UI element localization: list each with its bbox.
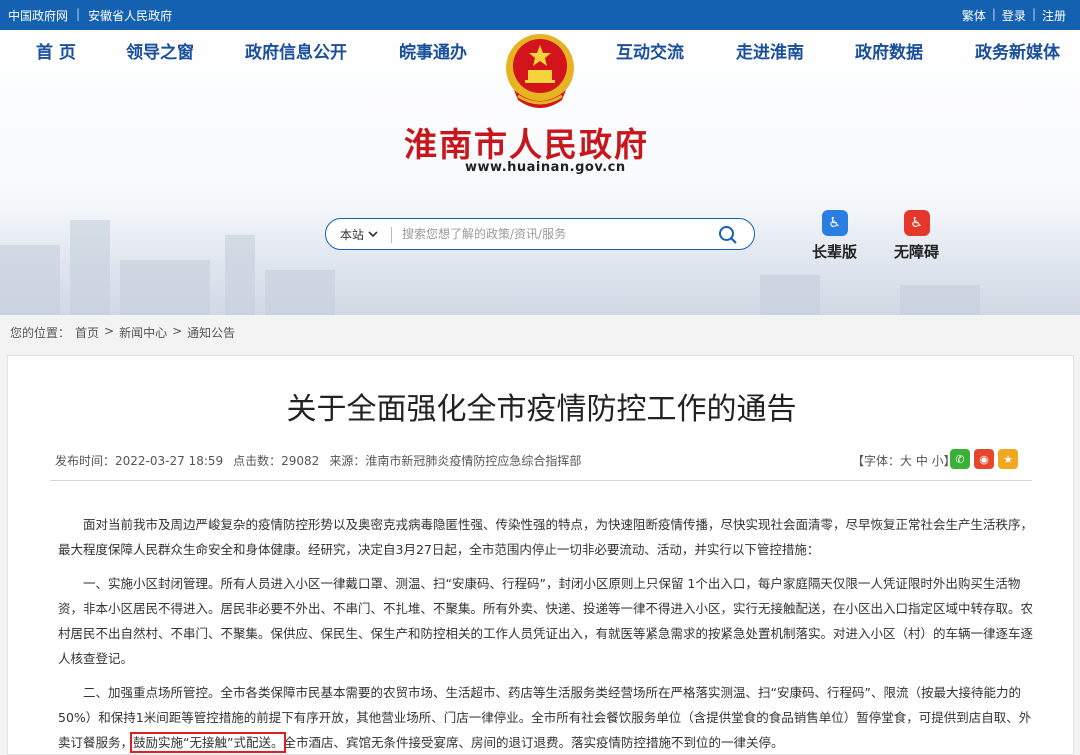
highlighted-text: 鼓励实施“无接触”式配送。 [130,732,287,753]
accessibility-icon: ♿ [903,210,930,236]
search-bar: 本站 [325,218,755,250]
paragraph: 面对当前我市及周边严峻复杂的疫情防控形势以及奥密克戎病毒隐匿性强、传染性强的特点… [58,517,1034,557]
divider: | [991,7,996,21]
divider: | [76,7,81,21]
font-size-switch[interactable]: 【字体：大 中 小】 [852,452,956,469]
paragraph: 一、实施小区封闭管理。所有人员进入小区一律戴口罩、测温、扫“安康码、行程码”，封… [58,576,1034,666]
article-meta: 发布时间：2022-03-27 18:59 点击数：29082 来源：淮南市新冠… [55,452,581,469]
search-scope-select[interactable]: 本站 [340,226,378,243]
nav-interaction[interactable]: 互动交流 [616,38,684,63]
nav-leaders[interactable]: 领导之窗 [126,38,194,63]
divider [50,480,1032,481]
login-link[interactable]: 登录 [1002,7,1026,24]
breadcrumb-news[interactable]: 新闻中心 [119,324,167,341]
breadcrumb-notices[interactable]: 通知公告 [187,324,235,341]
chevron-down-icon [368,231,378,238]
divider: | [1031,7,1036,21]
register-link[interactable]: 注册 [1042,7,1066,24]
article-source: 来源：淮南市新冠肺炎疫情防控应急综合指挥部 [329,454,582,468]
paragraph-text: 全市酒店、宾馆无条件接受宴席、房间的退订退费。落实疫情防控措施不到位的一律关停。 [283,735,784,750]
elder-mode-button[interactable]: ♿ 长辈版 [812,210,857,262]
nav-gov-data[interactable]: 政府数据 [855,38,923,63]
divider [391,227,392,243]
search-scope-label: 本站 [340,228,365,242]
breadcrumb-home[interactable]: 首页 [75,324,99,341]
nav-new-media[interactable]: 政务新媒体 [975,38,1060,63]
elder-icon: ♿ [821,210,848,236]
accessibility-button[interactable]: ♿ 无障碍 [894,210,939,262]
site-url: www.huainan.gov.cn [465,160,626,175]
nav-gov-info[interactable]: 政府信息公开 [245,38,347,63]
site-title: 淮南市人民政府 [404,125,649,164]
weibo-icon[interactable]: ◉ [974,449,994,469]
traditional-chinese-link[interactable]: 繁体 [962,7,986,24]
accessibility-label: 无障碍 [894,243,940,261]
link-gov-cn[interactable]: 中国政府网 [8,7,68,24]
nav-services[interactable]: 皖事通办 [399,38,467,63]
paragraph: 二、加强重点场所管控。全市各类保障市民基本需要的农贸市场、生活超市、药店等生活服… [58,680,1033,755]
breadcrumb-sep: > [172,324,183,338]
breadcrumb: 您的位置： 首页 > 新闻中心 > 通知公告 [10,324,235,341]
star-icon[interactable]: ★ [998,449,1018,469]
nav-about-huainan[interactable]: 走进淮南 [736,38,804,63]
national-emblem-logo [506,34,574,108]
site-header: 首 页 领导之窗 政府信息公开 皖事通办 互动交流 走进淮南 政府数据 政务新媒… [0,30,1080,315]
elder-mode-label: 长辈版 [812,243,858,261]
search-icon[interactable] [718,225,738,245]
publish-time: 发布时间：2022-03-27 18:59 [55,454,224,468]
nav-home[interactable]: 首 页 [36,38,76,63]
article-panel: 关于全面强化全市疫情防控工作的通告 发布时间：2022-03-27 18:59 … [7,355,1074,755]
article-body: 面对当前我市及周边严峻复杂的疫情防控形势以及奥密克戎病毒隐匿性强、传染性强的特点… [58,512,1033,755]
hit-count: 点击数：29082 [233,454,320,468]
top-bar: 中国政府网 | 安徽省人民政府 繁体 | 登录 | 注册 [0,0,1080,30]
breadcrumb-prefix: 您的位置： [10,326,71,340]
share-buttons: ✆ ◉ ★ [950,449,1018,469]
search-input[interactable] [402,224,702,244]
wechat-icon[interactable]: ✆ [950,449,970,469]
link-anhui-gov[interactable]: 安徽省人民政府 [88,7,172,24]
breadcrumb-sep: > [104,324,115,338]
article-title: 关于全面强化全市疫情防控工作的通告 [286,392,797,427]
